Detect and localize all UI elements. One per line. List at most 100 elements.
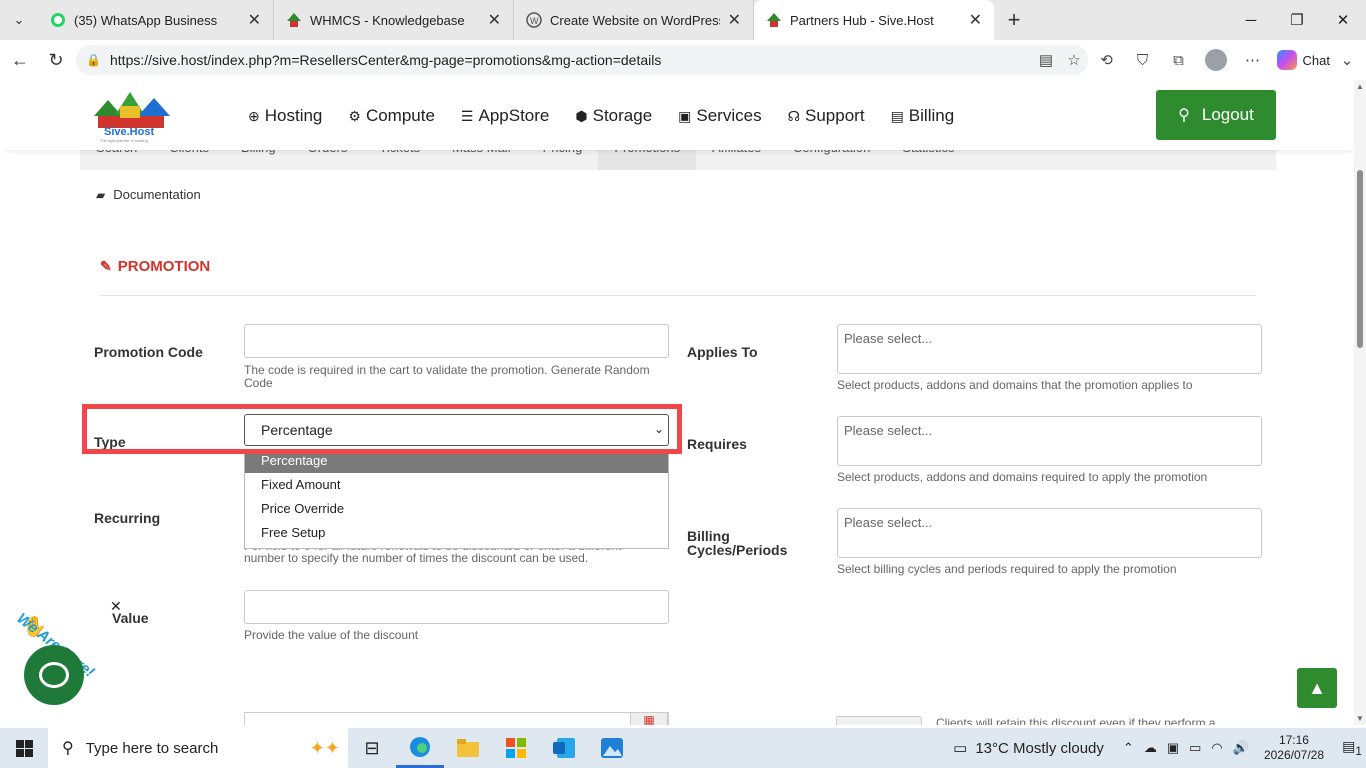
whatsapp-icon bbox=[50, 12, 66, 28]
network-icon[interactable]: ☁ bbox=[1144, 740, 1157, 756]
type-label: Type bbox=[94, 434, 126, 450]
type-select[interactable]: Percentage ⌄ bbox=[244, 414, 669, 446]
promotion-code-input[interactable] bbox=[244, 324, 669, 358]
requires-select[interactable]: Please select... bbox=[837, 416, 1262, 466]
extensions-icon[interactable]: ⧉ bbox=[1161, 52, 1197, 69]
outlook-icon[interactable] bbox=[540, 728, 588, 768]
tab-whatsapp[interactable]: (35) WhatsApp Business ✕ bbox=[38, 0, 274, 40]
notification-icon[interactable]: ▤1 bbox=[1338, 738, 1366, 758]
start-date-input[interactable] bbox=[244, 712, 669, 725]
volume-icon[interactable]: 🔊 bbox=[1233, 740, 1249, 756]
new-tab-icon[interactable]: + bbox=[994, 0, 1034, 40]
display-icon[interactable]: ▣ bbox=[1167, 740, 1179, 756]
page-scrollbar[interactable]: ▲ ▼ bbox=[1354, 80, 1366, 725]
nav-appstore[interactable]: ☰ AppStore bbox=[461, 106, 549, 126]
svg-text:W: W bbox=[530, 16, 539, 26]
refresh-icon[interactable]: ↻ bbox=[38, 42, 74, 78]
recurring-label: Recurring bbox=[94, 510, 161, 526]
minimize-icon[interactable]: ─ bbox=[1228, 0, 1274, 40]
logout-label: Logout bbox=[1201, 105, 1254, 124]
box-icon: ⬢ bbox=[575, 107, 588, 124]
documentation-link[interactable]: ▰ Documentation bbox=[96, 187, 201, 202]
type-option-percentage[interactable]: Percentage bbox=[245, 449, 668, 473]
scroll-down-icon[interactable]: ▼ bbox=[1356, 714, 1364, 723]
calendar-icon[interactable]: ▦ bbox=[630, 712, 668, 725]
close-tab-icon[interactable]: ✕ bbox=[728, 10, 741, 30]
logo-tagline: The right partner in hosting bbox=[100, 138, 148, 143]
photos-icon[interactable] bbox=[588, 728, 636, 768]
applies-to-label: Applies To bbox=[687, 344, 758, 360]
copilot-chat-button[interactable]: Chat bbox=[1271, 50, 1336, 70]
tab-whmcs[interactable]: WHMCS - Knowledgebase ✕ bbox=[274, 0, 514, 40]
type-option-price-override[interactable]: Price Override bbox=[245, 497, 668, 521]
close-tab-icon[interactable]: ✕ bbox=[969, 10, 982, 30]
shield-icon[interactable]: ⛉ bbox=[1125, 52, 1161, 69]
nav-hosting[interactable]: ⊕ Hosting bbox=[248, 106, 322, 126]
main-nav: ⊕ Hosting ⚙ Compute ☰ AppStore ⬢ Storage ▣ Se… bbox=[248, 106, 980, 126]
nav-compute[interactable]: ⚙ Compute bbox=[348, 106, 435, 126]
start-button[interactable] bbox=[0, 728, 48, 768]
tab-partners-hub[interactable]: Partners Hub - Sive.Host ✕ bbox=[754, 0, 994, 40]
back-icon[interactable]: ← bbox=[2, 42, 38, 78]
value-input[interactable] bbox=[244, 590, 669, 624]
type-option-fixed-amount[interactable]: Fixed Amount bbox=[245, 473, 668, 497]
rocket-icon[interactable]: ▲ bbox=[1297, 668, 1337, 708]
promotion-code-label: Promotion Code bbox=[94, 344, 203, 360]
nav-support[interactable]: ☊ Support bbox=[788, 106, 865, 126]
chat-widget-close-icon[interactable]: ✕ bbox=[110, 598, 122, 615]
favorite-star-icon[interactable]: ☆ bbox=[1060, 51, 1088, 69]
nav-storage[interactable]: ⬢ Storage bbox=[575, 106, 652, 126]
close-tab-icon[interactable]: ✕ bbox=[488, 10, 501, 30]
chevron-up-icon[interactable]: ⌃ bbox=[1123, 740, 1134, 756]
chevron-down-icon[interactable]: ⌄ bbox=[1336, 51, 1358, 69]
address-bar[interactable]: 🔒 https://sive.host/index.php?m=Reseller… bbox=[76, 45, 1088, 75]
nav-label: Support bbox=[805, 106, 865, 125]
retain-toggle[interactable] bbox=[836, 716, 922, 725]
reading-view-icon[interactable]: ▤ bbox=[1032, 51, 1060, 69]
wifi-icon[interactable]: ◠ bbox=[1211, 740, 1222, 756]
billing-cycles-select[interactable]: Please select... bbox=[837, 508, 1262, 558]
close-tab-icon[interactable]: ✕ bbox=[248, 10, 261, 30]
battery-icon[interactable]: ▭ bbox=[1189, 740, 1201, 756]
url-text: https://sive.host/index.php?m=ResellersC… bbox=[110, 52, 662, 68]
type-selected-value: Percentage bbox=[261, 422, 333, 438]
nav-billing[interactable]: ▤ Billing bbox=[891, 106, 955, 126]
tab-actions-menu-icon[interactable]: ⌄ bbox=[0, 0, 38, 40]
scrollbar-thumb[interactable] bbox=[1357, 170, 1363, 348]
browser-tab-strip: ⌄ (35) WhatsApp Business ✕ WHMCS - Knowl… bbox=[0, 0, 1366, 40]
nav-services[interactable]: ▣ Services bbox=[678, 106, 761, 126]
chevron-down-icon: ⌄ bbox=[653, 422, 664, 436]
type-option-free-setup[interactable]: Free Setup bbox=[245, 521, 668, 545]
lock-icon[interactable]: 🔒 bbox=[86, 53, 102, 67]
close-window-icon[interactable]: ✕ bbox=[1320, 0, 1366, 40]
clock-date: 2026/07/28 bbox=[1263, 748, 1324, 762]
applies-to-placeholder: Please select... bbox=[844, 331, 933, 346]
profile-avatar[interactable] bbox=[1204, 49, 1227, 71]
window-controls: ─ ❐ ✕ bbox=[1228, 0, 1366, 40]
nav-label: Services bbox=[696, 106, 762, 125]
nav-label: Hosting bbox=[264, 106, 323, 125]
gear-icon: ⚙ bbox=[348, 107, 361, 124]
edge-icon[interactable] bbox=[396, 728, 444, 768]
more-menu-icon[interactable]: ⋯ bbox=[1235, 51, 1271, 69]
scroll-up-icon[interactable]: ▲ bbox=[1356, 82, 1364, 91]
file-explorer-icon[interactable] bbox=[444, 728, 492, 768]
recurring-help-line2: number to specify the number of times th… bbox=[244, 551, 589, 565]
weather-widget[interactable]: ▭ 13°C Mostly cloudy bbox=[953, 739, 1104, 758]
restore-icon[interactable]: ❐ bbox=[1274, 0, 1320, 40]
clock[interactable]: 17:16 2026/07/28 bbox=[1264, 733, 1324, 763]
logout-button[interactable]: ⚲ Logout bbox=[1156, 90, 1276, 140]
taskbar-search[interactable]: ⚲ Type here to search ✦✦ bbox=[48, 728, 348, 768]
tab-wordpress[interactable]: W Create Website on WordPress ✕ bbox=[514, 0, 754, 40]
task-view-icon[interactable]: ⊟ bbox=[348, 728, 396, 768]
value-help: Provide the value of the discount bbox=[244, 628, 419, 642]
nav-label: AppStore bbox=[478, 106, 550, 125]
microsoft-store-icon[interactable] bbox=[492, 728, 540, 768]
history-icon[interactable]: ⟲ bbox=[1089, 51, 1125, 69]
section-title: ✎ PROMOTION bbox=[100, 258, 210, 275]
web-page: Search Clients Billing Orders Tickets Ma… bbox=[4, 80, 1354, 725]
applies-to-select[interactable]: Please select... bbox=[837, 324, 1262, 374]
live-chat-button[interactable] bbox=[24, 645, 84, 705]
edit-icon: ✎ bbox=[100, 258, 112, 274]
sive-host-logo[interactable]: Sive.Host The right partner in hosting bbox=[84, 86, 176, 144]
